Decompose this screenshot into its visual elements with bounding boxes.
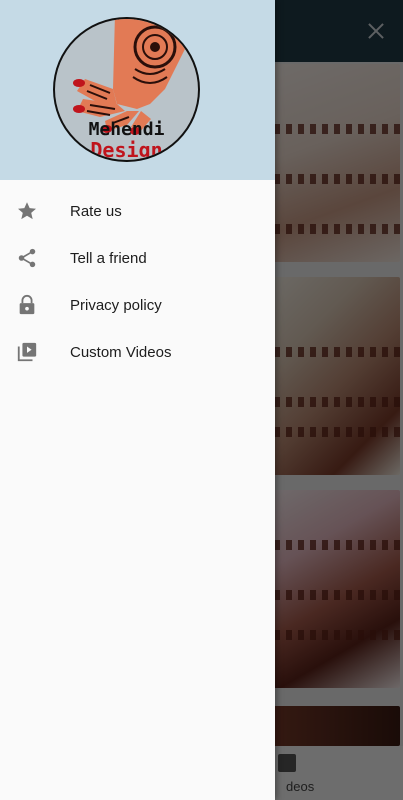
logo-text-line1: Mehendi	[88, 119, 165, 140]
menu-item-privacy-policy[interactable]: Privacy policy	[0, 282, 275, 329]
navigation-drawer: Mehendi Design Rate us Tell a friend Pri…	[0, 0, 275, 800]
menu-item-label: Rate us	[70, 203, 122, 220]
menu-item-tell-a-friend[interactable]: Tell a friend	[0, 235, 275, 282]
video-library-icon	[17, 342, 37, 362]
star-icon	[18, 202, 36, 220]
menu-item-label: Privacy policy	[70, 297, 162, 314]
menu-item-label: Custom Videos	[70, 344, 172, 361]
lock-icon	[19, 294, 35, 315]
share-icon	[18, 248, 36, 268]
menu-item-label: Tell a friend	[70, 250, 147, 267]
drawer-menu: Rate us Tell a friend Privacy policy Cus…	[0, 188, 275, 376]
logo-text-line2: Design	[90, 138, 163, 162]
app-logo: Mehendi Design	[53, 17, 200, 162]
drawer-header: Mehendi Design	[0, 0, 275, 180]
menu-item-custom-videos[interactable]: Custom Videos	[0, 329, 275, 376]
menu-item-rate-us[interactable]: Rate us	[0, 188, 275, 235]
